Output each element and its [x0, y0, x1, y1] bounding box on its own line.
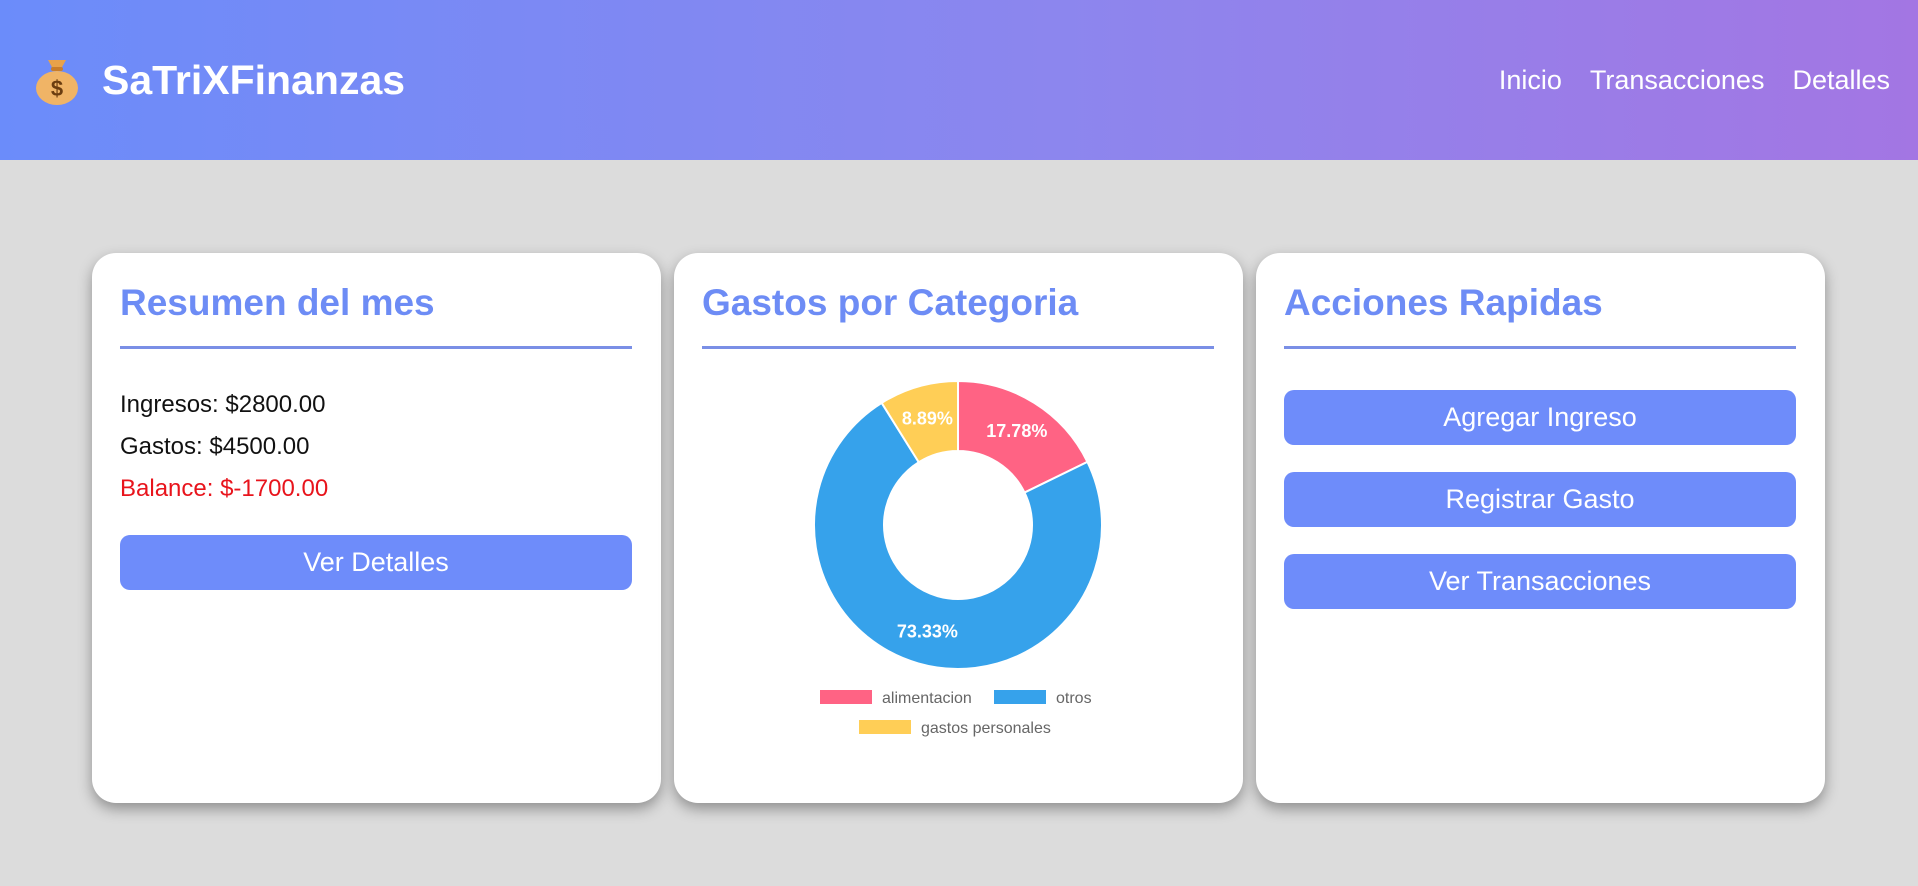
quick-actions-card: Acciones Rapidas Agregar Ingreso Registr… — [1256, 253, 1825, 803]
expenses-line: Gastos: $4500.00 — [120, 433, 633, 475]
expenses-value: $4500.00 — [209, 433, 310, 460]
nav-link-detalles[interactable]: Detalles — [1792, 65, 1890, 96]
brand-name: SaTriXFinanzas — [102, 56, 406, 103]
legend-swatch[interactable] — [820, 690, 872, 704]
top-navbar: $ SaTriXFinanzas Inicio Transacciones De… — [0, 0, 1918, 160]
main-nav: Inicio Transacciones Detalles — [1499, 65, 1890, 96]
balance-line: Balance: $-1700.00 — [120, 475, 633, 517]
income-line: Ingresos: $2800.00 — [120, 391, 633, 433]
svg-text:$: $ — [51, 76, 63, 101]
legend-label[interactable]: alimentacion — [882, 690, 972, 707]
summary-lines: Ingresos: $2800.00 Gastos: $4500.00 Bala… — [120, 391, 633, 517]
dashboard-cards: Resumen del mes Ingresos: $2800.00 Gasto… — [92, 253, 1825, 803]
divider — [702, 346, 1214, 349]
expenses-label: Gastos: — [120, 433, 210, 460]
register-expense-button[interactable]: Registrar Gasto — [1284, 472, 1796, 527]
legend-label[interactable]: gastos personales — [921, 720, 1051, 737]
legend-swatch[interactable] — [994, 690, 1046, 704]
doughnut-chart[interactable]: 17.78% 73.33% 8.89% alimentacion otros gastos… — [702, 381, 1214, 761]
card-title: Resumen del mes — [120, 282, 435, 323]
money-bag-icon: $ — [36, 60, 78, 105]
slice-value-label: 73.33% — [897, 622, 958, 642]
balance-value: $-1700.00 — [220, 475, 329, 502]
divider — [120, 346, 632, 349]
card-title: Gastos por Categoria — [702, 282, 1079, 323]
nav-link-inicio[interactable]: Inicio — [1499, 65, 1562, 96]
view-transactions-button[interactable]: Ver Transacciones — [1284, 554, 1796, 609]
divider — [1284, 346, 1796, 349]
slice-value-label: 17.78% — [986, 421, 1047, 441]
category-chart-card: Gastos por Categoria 17.78% 73.33% 8.89% al… — [674, 253, 1243, 803]
add-income-button[interactable]: Agregar Ingreso — [1284, 390, 1796, 445]
legend-label[interactable]: otros — [1056, 690, 1092, 707]
slice-value-label: 8.89% — [902, 408, 953, 428]
legend-swatch[interactable] — [859, 720, 911, 734]
card-title: Acciones Rapidas — [1284, 282, 1603, 323]
summary-card: Resumen del mes Ingresos: $2800.00 Gasto… — [92, 253, 661, 803]
nav-link-transacciones[interactable]: Transacciones — [1590, 65, 1765, 96]
balance-label: Balance: — [120, 475, 221, 502]
view-details-button[interactable]: Ver Detalles — [120, 535, 632, 590]
income-value: $2800.00 — [225, 391, 326, 418]
brand[interactable]: $ SaTriXFinanzas — [34, 54, 405, 106]
quick-actions-list: Agregar Ingreso Registrar Gasto Ver Tran… — [1284, 390, 1797, 609]
income-label: Ingresos: — [120, 391, 226, 418]
doughnut-chart-svg: 17.78% 73.33% 8.89% alimentacion otros gastos… — [813, 381, 1103, 737]
